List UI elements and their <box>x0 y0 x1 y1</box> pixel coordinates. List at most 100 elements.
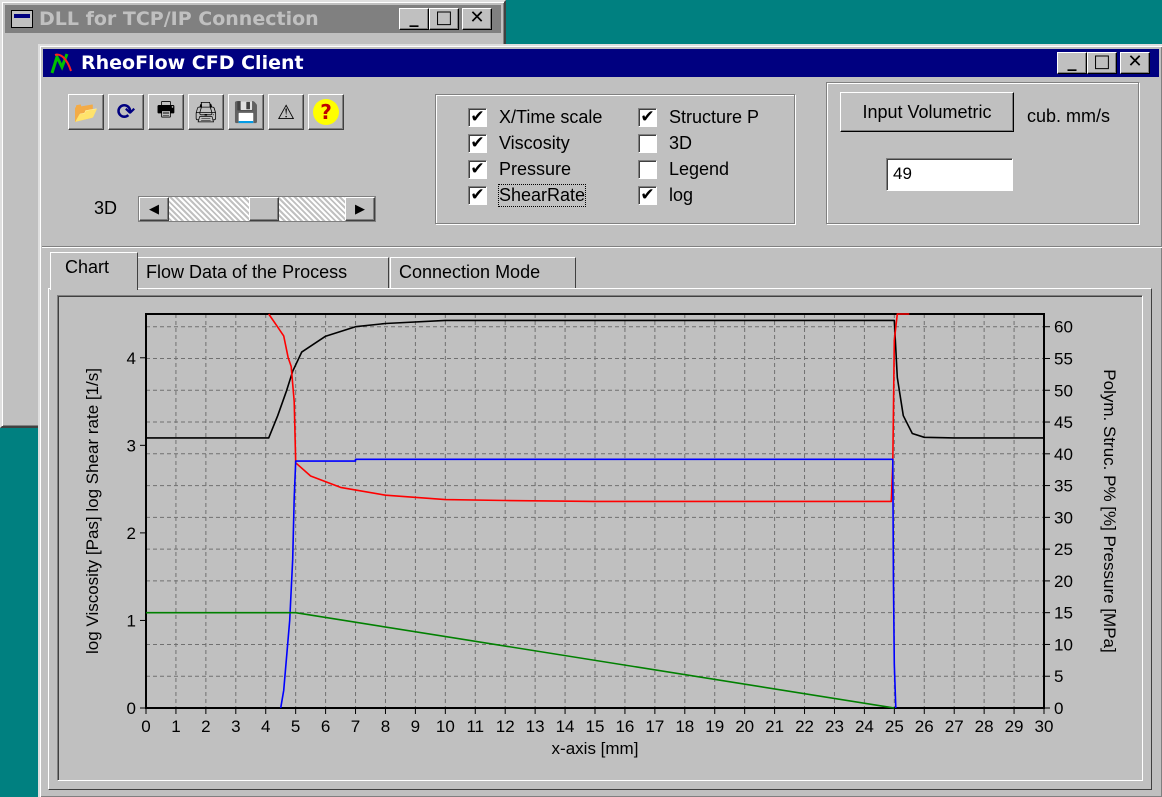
help-icon: ? <box>313 99 339 125</box>
x-tick-label: 24 <box>855 717 874 736</box>
y-tick-label: 3 <box>127 436 136 455</box>
option-label: Viscosity <box>499 133 570 153</box>
y2-axis-label: Polym. Struc. P% [%] Pressure [MPa] <box>1100 369 1119 652</box>
y2-tick-label: 50 <box>1054 381 1073 400</box>
window-menu-icon[interactable] <box>11 10 33 28</box>
x-axis-label: x-axis [mm] <box>552 739 639 758</box>
print-setup-button[interactable]: 🖨 <box>188 94 224 130</box>
x-tick-label: 23 <box>825 717 844 736</box>
x-tick-label: 30 <box>1035 717 1054 736</box>
option-pressure[interactable]: ✔ Pressure <box>468 159 571 180</box>
slider-thumb[interactable] <box>249 197 280 221</box>
y-tick-label: 0 <box>127 699 136 718</box>
x-tick-label: 17 <box>645 717 664 736</box>
checkbox-viscosity[interactable]: ✔ <box>468 134 487 153</box>
main-close-button[interactable]: ✕ <box>1120 52 1150 74</box>
input-volumetric-button[interactable]: Input Volumetric <box>840 92 1014 132</box>
dll-minimize-button[interactable]: _ <box>399 8 429 30</box>
folder-open-icon: 📂 <box>73 100 99 124</box>
option-x-time-scale[interactable]: ✔ X/Time scale <box>468 107 602 128</box>
chart-frame: 0 1 2 3 4 5 6 7 8 9 10 11 12 13 14 15 16 17 18 19 20 21 22 23 24… <box>57 295 1143 781</box>
printer-button[interactable]: 🖶 <box>148 94 184 130</box>
y2-tick-label: 20 <box>1054 572 1073 591</box>
checkbox-3d[interactable] <box>638 134 657 153</box>
y-axis-label: log Viscosity [Pas] log Shear rate [1/s] <box>83 368 102 654</box>
x-tick-label: 16 <box>615 717 634 736</box>
tab-flow-data[interactable]: Flow Data of the Process <box>137 257 389 289</box>
option-legend[interactable]: Legend <box>638 159 729 180</box>
option-3d[interactable]: 3D <box>638 133 692 154</box>
option-shearrate[interactable]: ✔ ShearRate <box>468 184 587 207</box>
tab-connection-mode[interactable]: Connection Mode <box>390 257 576 289</box>
folder-open-button[interactable]: 📂 <box>68 94 104 130</box>
slider-right-arrow[interactable]: ▶ <box>345 197 375 221</box>
rheoflow-titlebar[interactable]: RheoFlow CFD Client <box>43 49 1159 77</box>
y2-tick-label: 15 <box>1054 604 1073 623</box>
series-shear_rate <box>279 458 897 709</box>
x-tick-label: 2 <box>201 717 210 736</box>
x-tick-label: 20 <box>735 717 754 736</box>
checkbox-log[interactable]: ✔ <box>638 186 657 205</box>
y2-tick-label: 35 <box>1054 477 1073 496</box>
option-label: X/Time scale <box>499 107 603 127</box>
x-tick-label: 27 <box>945 717 964 736</box>
option-log[interactable]: ✔ log <box>638 185 693 206</box>
y2-tick-label: 40 <box>1054 445 1073 464</box>
y2-tick-label: 10 <box>1054 635 1073 654</box>
dll-close-button[interactable]: ✕ <box>462 8 492 30</box>
main-minimize-button[interactable]: _ <box>1057 52 1087 74</box>
dll-maximize-button[interactable]: □ <box>429 8 459 30</box>
series-pressure <box>146 611 895 709</box>
help-button[interactable]: ? <box>308 94 344 130</box>
y2-tick-label: 5 <box>1054 667 1063 686</box>
option-label: 3D <box>669 133 693 153</box>
checkbox-legend[interactable] <box>638 160 657 179</box>
x-tick-label: 22 <box>795 717 814 736</box>
save-button[interactable]: 💾 <box>228 94 264 130</box>
y2-tick-label: 55 <box>1054 349 1073 368</box>
dll-window-title: DLL for TCP/IP Connection <box>39 8 319 30</box>
slider-3d-label: 3D <box>94 198 118 218</box>
series-viscosity <box>268 313 910 503</box>
y2-tick-label: 60 <box>1054 318 1073 337</box>
print-setup-icon: 🖨 <box>193 100 219 124</box>
app-logo-icon <box>50 53 72 74</box>
y-tick-label: 4 <box>127 349 136 368</box>
slider-3d[interactable]: ◀ ▶ <box>138 196 376 222</box>
main-maximize-button[interactable]: □ <box>1087 52 1117 74</box>
divider <box>42 246 1162 248</box>
checkbox-structure-p[interactable]: ✔ <box>638 108 657 127</box>
x-tick-label: 19 <box>705 717 724 736</box>
option-structure-p[interactable]: ✔ Structure P <box>638 107 759 128</box>
option-label: Legend <box>669 159 730 179</box>
y2-tick-label: 25 <box>1054 540 1073 559</box>
option-label: Pressure <box>499 159 572 179</box>
y2-tick-label: 30 <box>1054 508 1073 527</box>
volumetric-input[interactable]: 49 <box>886 158 1013 191</box>
refresh-button[interactable]: ⟳ <box>108 94 144 130</box>
x-tick-label: 14 <box>556 717 575 736</box>
tab-chart[interactable]: Chart <box>50 252 138 290</box>
option-viscosity[interactable]: ✔ Viscosity <box>468 133 570 154</box>
x-tick-label: 5 <box>291 717 300 736</box>
refresh-icon: ⟳ <box>116 99 136 125</box>
rheoflow-title: RheoFlow CFD Client <box>81 52 304 74</box>
option-label: Structure P <box>669 107 760 127</box>
warning-button[interactable]: ⚠ <box>268 94 304 130</box>
checkbox-x-time-scale[interactable]: ✔ <box>468 108 487 127</box>
x-tick-label: 21 <box>765 717 784 736</box>
warning-icon: ⚠ <box>277 100 295 124</box>
x-tick-label: 15 <box>586 717 605 736</box>
x-tick-label: 8 <box>381 717 390 736</box>
x-tick-label: 0 <box>141 717 150 736</box>
x-tick-label: 9 <box>411 717 420 736</box>
slider-left-arrow[interactable]: ◀ <box>139 197 169 221</box>
checkbox-shearrate[interactable]: ✔ <box>468 186 487 205</box>
printer-icon: 🖶 <box>156 97 176 121</box>
x-tick-label: 25 <box>885 717 904 736</box>
y2-tick-label: 45 <box>1054 413 1073 432</box>
y-tick-label: 2 <box>127 524 136 543</box>
option-label: ShearRate <box>497 184 587 207</box>
checkbox-pressure[interactable]: ✔ <box>468 160 487 179</box>
x-tick-label: 10 <box>436 717 455 736</box>
